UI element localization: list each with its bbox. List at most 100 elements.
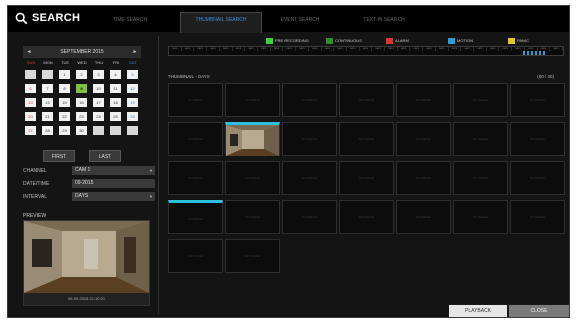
- calendar-day-25[interactable]: 25: [110, 112, 121, 121]
- thumbnail-cell[interactable]: NO IMAGE: [168, 200, 223, 234]
- thumbnail-cell[interactable]: NO IMAGE: [168, 239, 223, 273]
- timeline-segment[interactable]: DAYS: [436, 47, 449, 51]
- calendar-day-24[interactable]: 24: [93, 112, 104, 121]
- thumbnail-cell[interactable]: NO IMAGE: [339, 83, 394, 117]
- timeline-segment[interactable]: DAYS: [410, 47, 424, 51]
- tab-text-in-search[interactable]: TEXT-IN SEARCH: [344, 14, 424, 32]
- timeline-segment[interactable]: DAYS: [245, 47, 258, 51]
- calendar-day-20[interactable]: 20: [25, 112, 36, 121]
- timeline-bar[interactable]: DAYS DAYS DAYS DAYS DAYS DAYS DAYS DAYS DAYS DAYS…: [168, 46, 564, 56]
- thumbnail-cell[interactable]: NO IMAGE: [282, 200, 337, 234]
- calendar-day-14[interactable]: 14: [42, 98, 53, 107]
- thumbnail-cell[interactable]: NO IMAGE: [453, 161, 508, 195]
- timeline-segment[interactable]: DAYS: [182, 47, 195, 51]
- calendar-day-17[interactable]: 17: [93, 98, 104, 107]
- timeline-segment[interactable]: DAYS: [233, 47, 246, 51]
- timeline-segment[interactable]: DAYS: [347, 47, 360, 51]
- first-button[interactable]: FIRST: [43, 150, 75, 162]
- calendar-day-18[interactable]: 18: [110, 98, 121, 107]
- timeline-segment[interactable]: DAYS: [322, 47, 335, 51]
- tab-time-search[interactable]: TIME SEARCH: [94, 14, 166, 32]
- timeline-segment[interactable]: DAYS: [309, 47, 322, 51]
- prev-month-button[interactable]: ◄: [23, 46, 35, 58]
- timeline-segment[interactable]: DAYS: [194, 47, 208, 51]
- calendar-day-7[interactable]: 7: [42, 84, 53, 93]
- playback-button[interactable]: PLAYBACK: [449, 305, 507, 317]
- timeline-segment[interactable]: DAYS: [423, 47, 436, 51]
- thumbnail-cell[interactable]: NO IMAGE: [396, 161, 451, 195]
- thumbnail-cell[interactable]: [225, 122, 280, 156]
- interval-select[interactable]: DAYS ▼: [72, 192, 155, 201]
- thumbnail-cell[interactable]: NO IMAGE: [396, 122, 451, 156]
- thumbnail-cell[interactable]: NO IMAGE: [168, 122, 223, 156]
- timeline-segment[interactable]: DAYS: [449, 47, 462, 51]
- calendar-day-15[interactable]: 15: [59, 98, 70, 107]
- calendar-day-29[interactable]: 29: [59, 126, 70, 135]
- calendar-day-13[interactable]: 13: [25, 98, 36, 107]
- calendar-day-23[interactable]: 23: [76, 112, 87, 121]
- thumbnail-cell[interactable]: NO IMAGE: [339, 161, 394, 195]
- channel-select[interactable]: CAM 1 ▼: [72, 166, 155, 175]
- thumbnail-cell[interactable]: NO IMAGE: [510, 200, 565, 234]
- calendar-day-21[interactable]: 21: [42, 112, 53, 121]
- last-button[interactable]: LAST: [89, 150, 121, 162]
- timeline-segment[interactable]: DAYS: [385, 47, 398, 51]
- calendar-day-27[interactable]: 27: [25, 126, 36, 135]
- timeline-segment[interactable]: DAYS: [220, 47, 233, 51]
- thumbnail-cell[interactable]: NO IMAGE: [225, 83, 280, 117]
- calendar-day-28[interactable]: 28: [42, 126, 53, 135]
- thumbnail-cell[interactable]: NO IMAGE: [453, 200, 508, 234]
- calendar-day-5[interactable]: 5: [127, 70, 138, 79]
- tab-event-search[interactable]: EVENT SEARCH: [260, 14, 340, 32]
- thumbnail-cell[interactable]: NO IMAGE: [453, 83, 508, 117]
- calendar-day-11[interactable]: 11: [110, 84, 121, 93]
- timeline-segment[interactable]: DAYS: [372, 47, 386, 51]
- thumbnail-cell[interactable]: NO IMAGE: [339, 122, 394, 156]
- calendar-day-26[interactable]: 26: [127, 112, 138, 121]
- thumbnail-cell[interactable]: NO IMAGE: [339, 200, 394, 234]
- timeline-segment[interactable]: DAYS: [207, 47, 220, 51]
- thumbnail-cell[interactable]: NO IMAGE: [282, 83, 337, 117]
- thumbnail-cell[interactable]: NO IMAGE: [510, 83, 565, 117]
- close-button[interactable]: CLOSE: [509, 305, 569, 317]
- timeline-segment[interactable]: DAYS: [487, 47, 500, 51]
- thumbnail-cell[interactable]: NO IMAGE: [282, 161, 337, 195]
- thumbnail-cell[interactable]: NO IMAGE: [168, 161, 223, 195]
- thumbnail-cell[interactable]: NO IMAGE: [225, 239, 280, 273]
- calendar-day-12[interactable]: 12: [127, 84, 138, 93]
- thumbnail-cell[interactable]: NO IMAGE: [168, 83, 223, 117]
- calendar-day-4[interactable]: 4: [110, 70, 121, 79]
- timeline-segment[interactable]: DAYS: [258, 47, 271, 51]
- calendar-day-16[interactable]: 16: [76, 98, 87, 107]
- timeline-segment[interactable]: DAYS: [499, 47, 513, 51]
- thumbnail-cell[interactable]: NO IMAGE: [225, 161, 280, 195]
- thumbnail-cell[interactable]: NO IMAGE: [396, 83, 451, 117]
- timeline-segment[interactable]: DAYS: [360, 47, 373, 51]
- calendar-day-2[interactable]: 2: [76, 70, 87, 79]
- timeline-segment[interactable]: DAYS: [169, 47, 182, 51]
- thumbnail-cell[interactable]: NO IMAGE: [396, 200, 451, 234]
- thumbnail-cell[interactable]: NO IMAGE: [510, 161, 565, 195]
- timeline-segment[interactable]: DAYS: [474, 47, 487, 51]
- datetime-field[interactable]: 09-2015: [72, 179, 155, 188]
- timeline-segment[interactable]: DAYS: [283, 47, 297, 51]
- timeline-segment[interactable]: DAYS: [398, 47, 411, 51]
- tab-thumbnail-search[interactable]: THUMBNAIL SEARCH: [180, 12, 262, 33]
- next-month-button[interactable]: ►: [129, 46, 141, 58]
- thumbnail-cell[interactable]: NO IMAGE: [510, 122, 565, 156]
- timeline-segment[interactable]: DAYS: [271, 47, 284, 51]
- calendar-day-19[interactable]: 19: [127, 98, 138, 107]
- calendar-day-9[interactable]: 9: [76, 84, 87, 93]
- timeline-segment[interactable]: DAYS: [296, 47, 309, 51]
- calendar-day-22[interactable]: 22: [59, 112, 70, 121]
- thumbnail-cell[interactable]: NO IMAGE: [282, 122, 337, 156]
- thumbnail-cell[interactable]: NO IMAGE: [225, 200, 280, 234]
- timeline-segment[interactable]: DAYS: [334, 47, 347, 51]
- calendar-day-8[interactable]: 8: [59, 84, 70, 93]
- timeline-segment[interactable]: DAYS: [550, 47, 563, 51]
- calendar-day-30[interactable]: 30: [76, 126, 87, 135]
- calendar-day-10[interactable]: 10: [93, 84, 104, 93]
- calendar-day-6[interactable]: 6: [25, 84, 36, 93]
- calendar-day-3[interactable]: 3: [93, 70, 104, 79]
- calendar-day-1[interactable]: 1: [59, 70, 70, 79]
